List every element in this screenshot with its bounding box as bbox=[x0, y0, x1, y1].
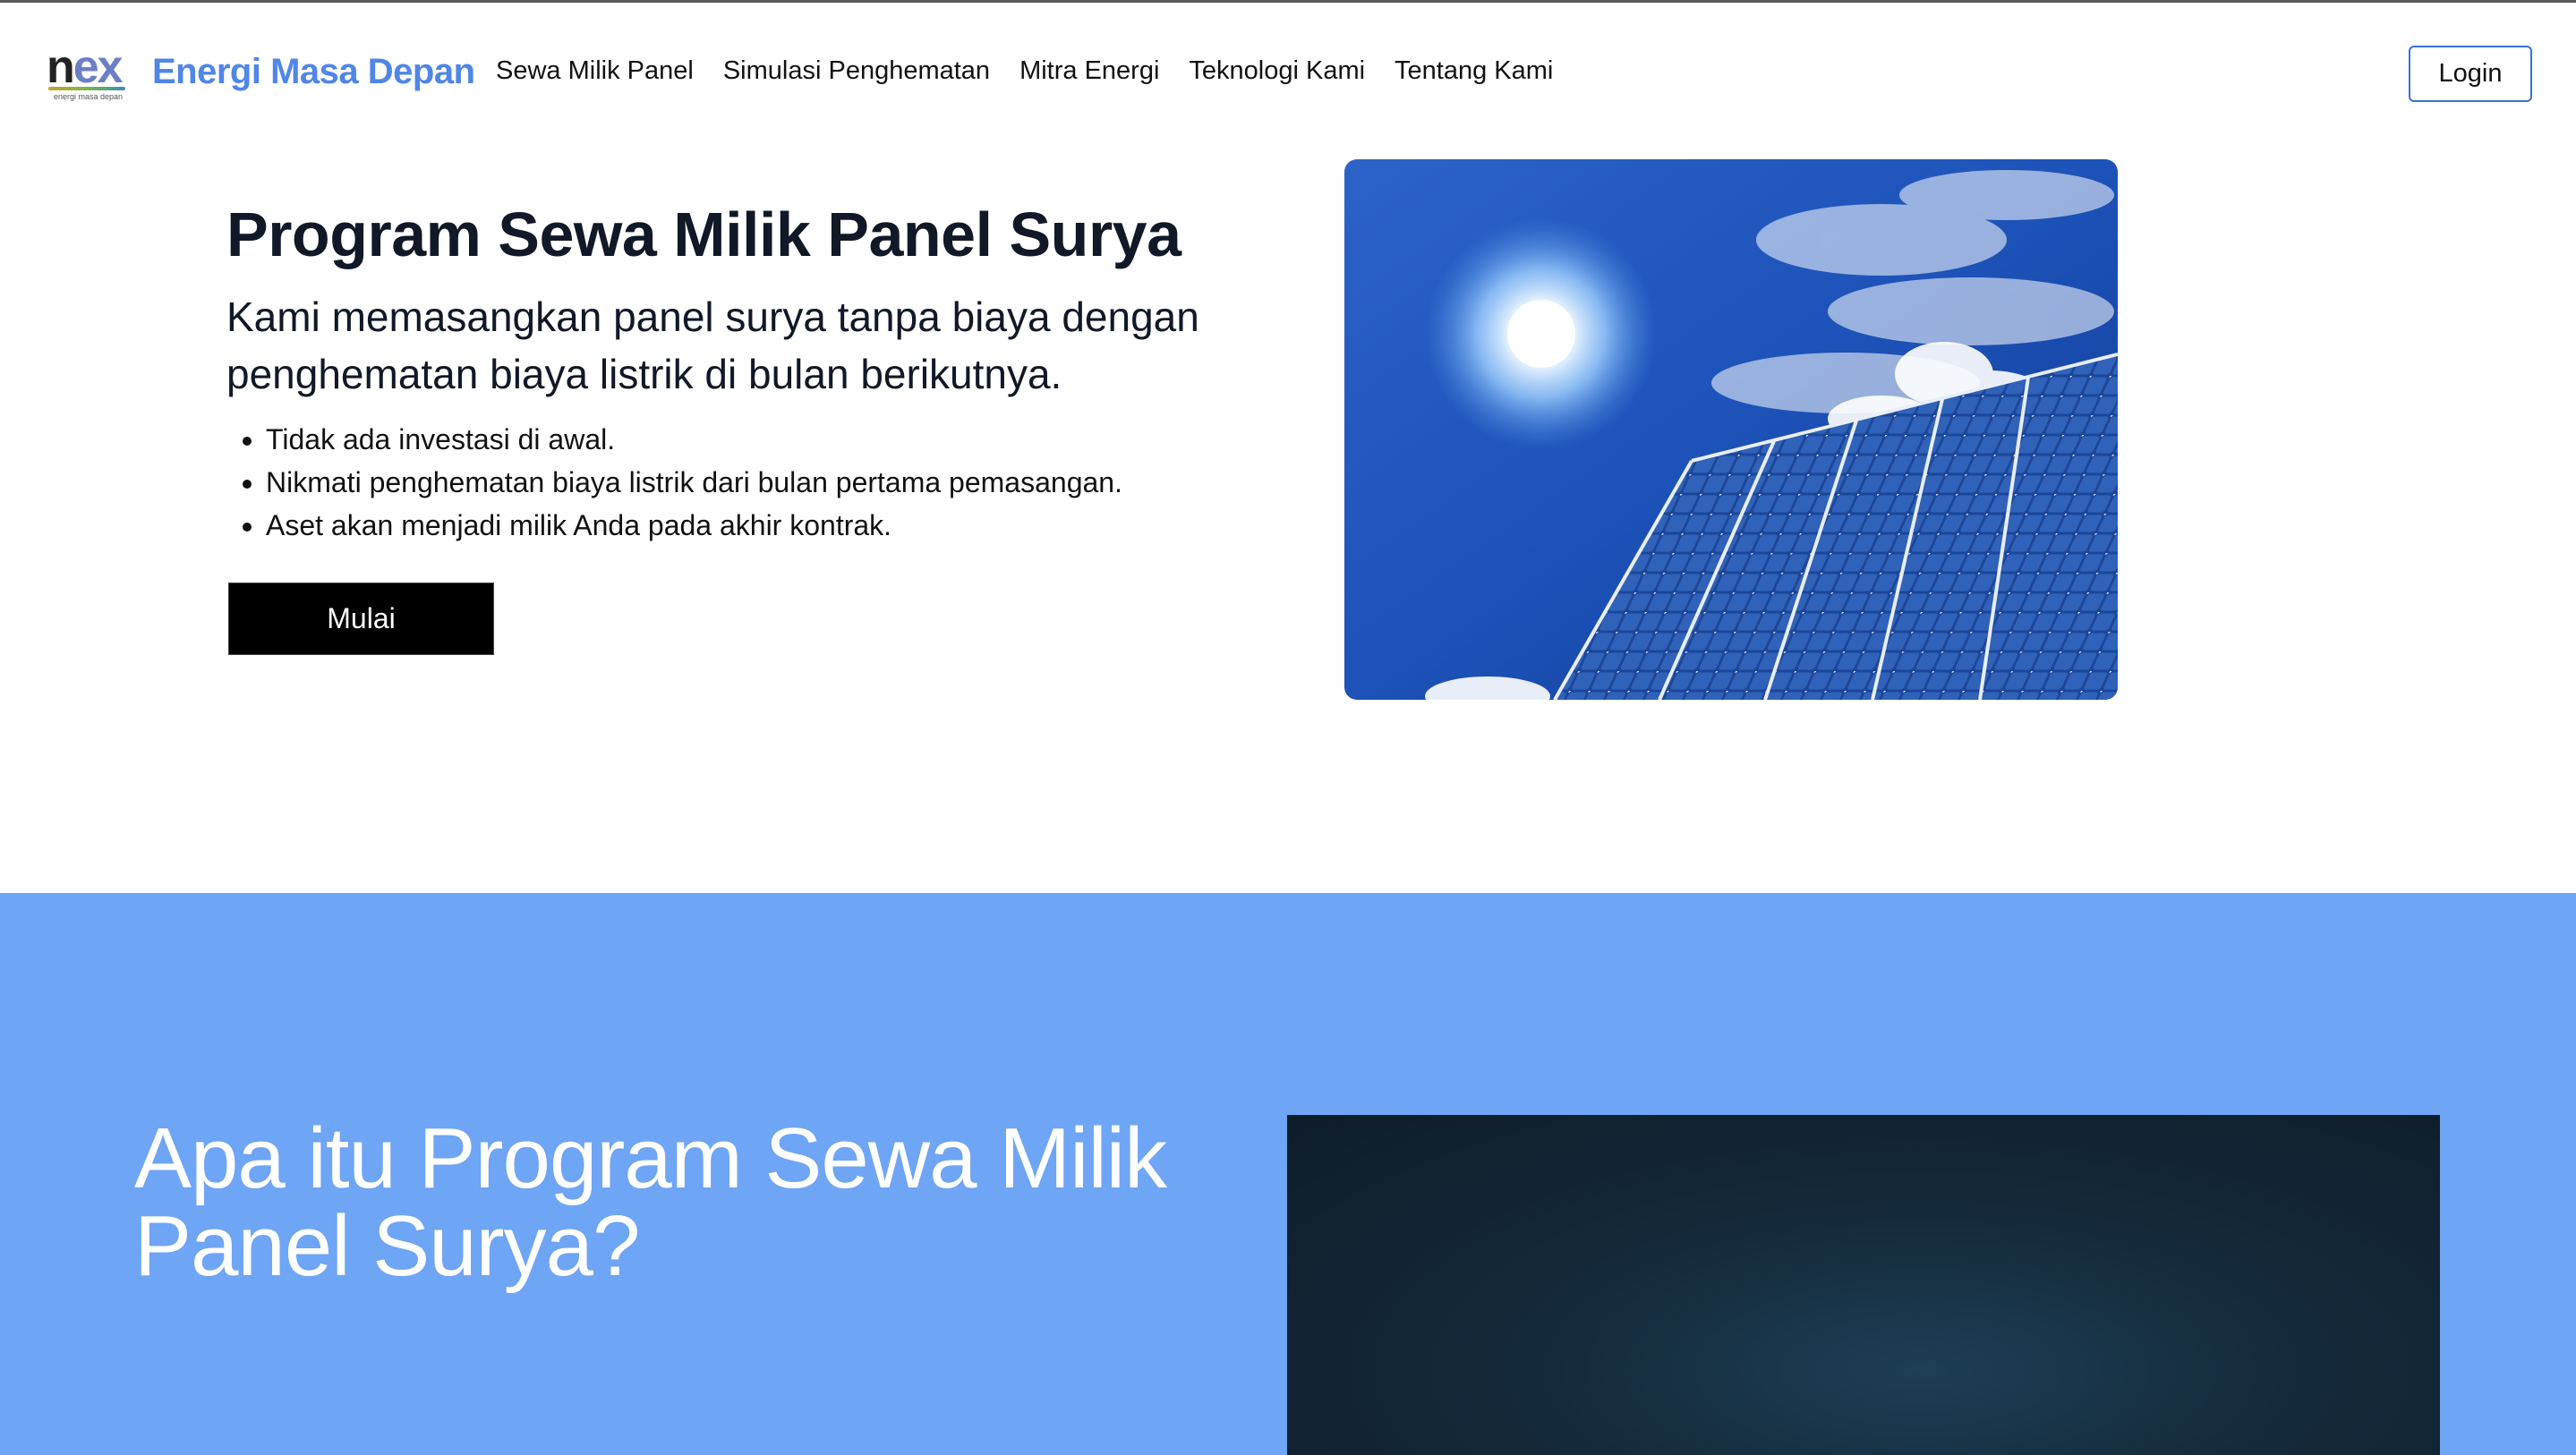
nex-logo[interactable]: nex energi masa depan bbox=[47, 44, 131, 101]
logo-tagline: energi masa depan bbox=[54, 92, 124, 101]
video-player[interactable] bbox=[1287, 1115, 2440, 1455]
main-nav: Sewa Milik Panel Simulasi Penghematan Mi… bbox=[496, 56, 1553, 86]
hero-title: Program Sewa Milik Panel Surya bbox=[226, 200, 1181, 269]
navbar: nex energi masa depan Energi Masa Depan … bbox=[0, 3, 2576, 141]
nav-link-sewa-milik-panel[interactable]: Sewa Milik Panel bbox=[496, 56, 694, 86]
nav-link-simulasi-penghematan[interactable]: Simulasi Penghematan bbox=[723, 56, 990, 86]
benefit-list: Tidak ada investasi di awal. Nikmati pen… bbox=[226, 418, 1122, 547]
program-explainer-section: Apa itu Program Sewa Milik Panel Surya? bbox=[0, 893, 2576, 1455]
logo-underline bbox=[48, 87, 125, 90]
solar-panel-illustration bbox=[1344, 159, 2118, 700]
solar-panel-image bbox=[1344, 159, 2118, 700]
brand-name[interactable]: Energi Masa Depan bbox=[152, 52, 475, 92]
login-button[interactable]: Login bbox=[2409, 46, 2532, 102]
list-item: Tidak ada investasi di awal. bbox=[266, 418, 1122, 461]
logo-wordmark: nex bbox=[47, 41, 124, 93]
nav-link-mitra-energi[interactable]: Mitra Energi bbox=[1019, 56, 1159, 86]
start-button[interactable]: Mulai bbox=[228, 583, 494, 655]
section-title: Apa itu Program Sewa Milik Panel Surya? bbox=[134, 1110, 1167, 1294]
nav-link-teknologi-kami[interactable]: Teknologi Kami bbox=[1189, 56, 1365, 86]
hero-subtitle: Kami memasangkan panel surya tanpa biaya… bbox=[226, 294, 1199, 397]
list-item: Aset akan menjadi milik Anda pada akhir … bbox=[266, 504, 1122, 547]
nav-link-tentang-kami[interactable]: Tentang Kami bbox=[1395, 56, 1553, 86]
list-item: Nikmati penghematan biaya listrik dari b… bbox=[266, 461, 1122, 504]
